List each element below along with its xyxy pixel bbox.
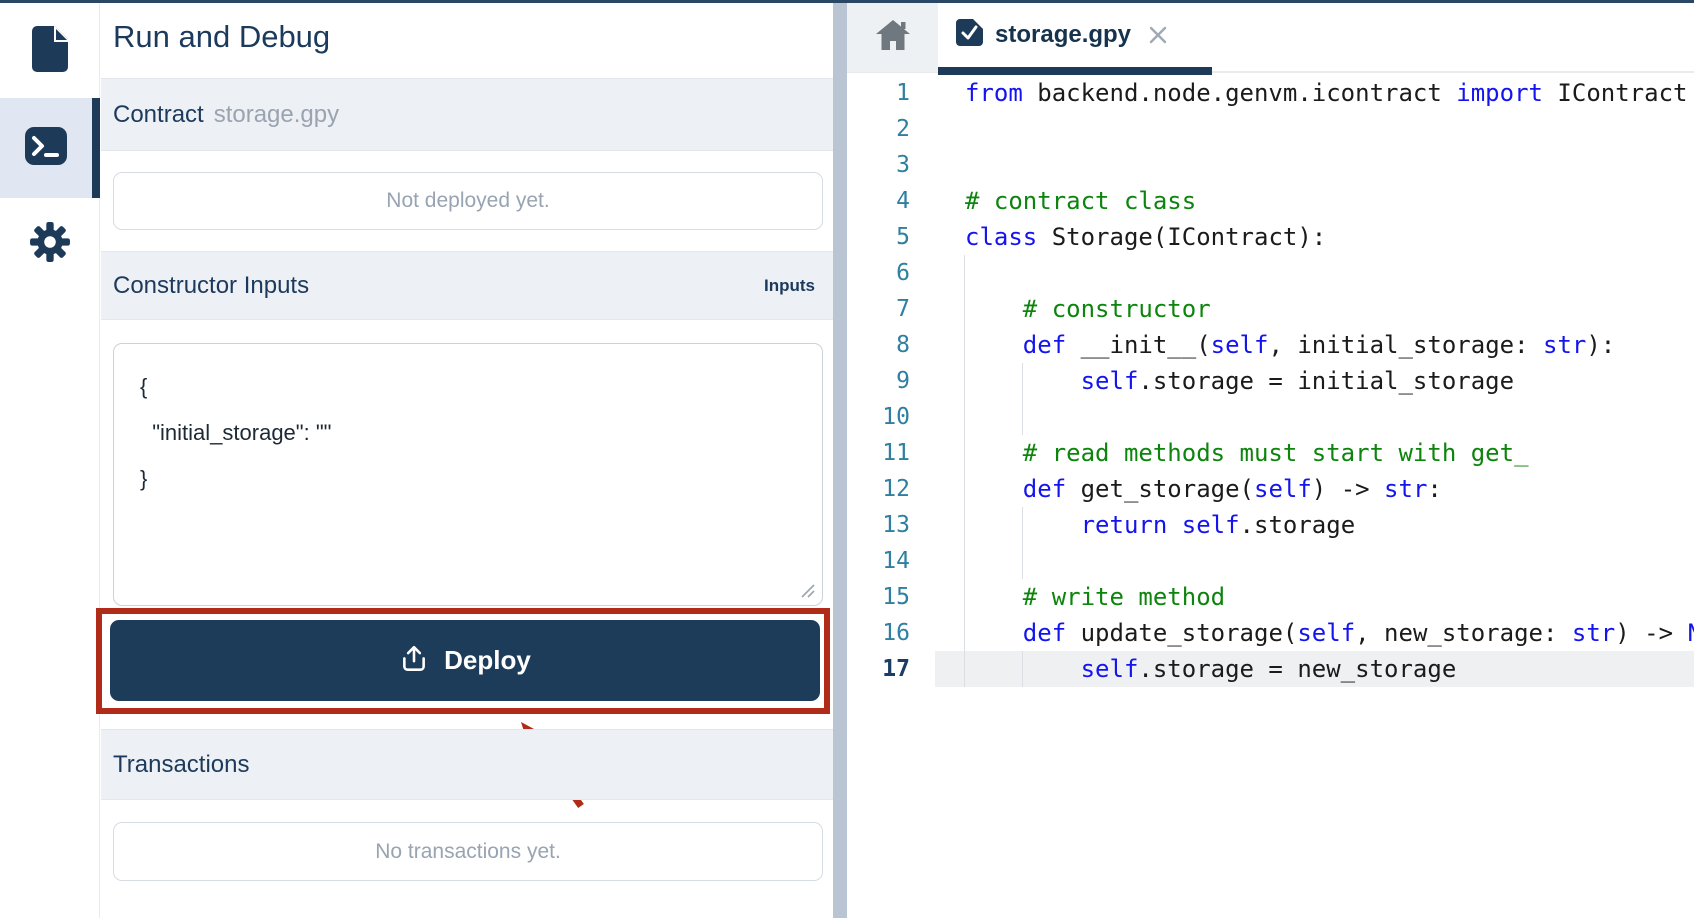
line-number: 1	[847, 75, 910, 111]
line-number: 6	[847, 255, 910, 291]
tab-bar-empty-space	[1212, 3, 1694, 73]
code-line: self.storage = initial_storage	[965, 363, 1694, 399]
line-number-gutter: 1234567891011121314151617	[847, 75, 910, 918]
code-line	[965, 543, 1694, 579]
terminal-icon	[25, 127, 67, 170]
sidebar-item-files[interactable]	[0, 3, 100, 99]
code-line: # contract class	[965, 183, 1694, 219]
deploy-button[interactable]: Deploy	[110, 620, 820, 701]
transactions-empty-box: No transactions yet.	[113, 822, 823, 881]
deployment-status-box: Not deployed yet.	[113, 172, 823, 230]
line-number: 7	[847, 291, 910, 327]
tab-storage-gpy[interactable]: storage.gpy	[938, 3, 1212, 75]
code-line: return self.storage	[965, 507, 1694, 543]
upload-icon	[399, 644, 429, 677]
constructor-inputs-label: Constructor Inputs	[113, 272, 309, 300]
constructor-inputs-header: Constructor Inputs Inputs	[101, 251, 833, 320]
line-number: 2	[847, 111, 910, 147]
sidebar-item-run-debug[interactable]	[0, 98, 100, 198]
panel-resize-handle[interactable]	[833, 3, 847, 918]
line-number: 12	[847, 471, 910, 507]
code-line: def get_storage(self) -> str:	[965, 471, 1694, 507]
page-title: Run and Debug	[113, 19, 330, 55]
code-line	[965, 399, 1694, 435]
line-number: 17	[847, 651, 910, 687]
line-number: 11	[847, 435, 910, 471]
code-line: # constructor	[965, 291, 1694, 327]
contract-section-header: Contract storage.gpy	[101, 78, 833, 151]
deployment-status-text: Not deployed yet.	[386, 189, 549, 213]
code-line	[965, 255, 1694, 291]
home-tab-area[interactable]	[847, 3, 938, 73]
deploy-button-label: Deploy	[444, 645, 531, 676]
close-icon[interactable]	[1147, 24, 1169, 46]
transactions-section-header: Transactions	[101, 729, 833, 800]
contract-file-name: storage.gpy	[214, 101, 339, 129]
constructor-inputs-editor[interactable]: { "initial_storage": "" }	[113, 343, 823, 606]
code-editor[interactable]: 1234567891011121314151617 from backend.n…	[847, 75, 1694, 918]
code-line: def update_storage(self, new_storage: st…	[965, 615, 1694, 651]
inputs-badge: Inputs	[764, 276, 815, 296]
code-line	[965, 147, 1694, 183]
line-number: 10	[847, 399, 910, 435]
code-line: # write method	[965, 579, 1694, 615]
resize-grip-icon[interactable]	[799, 582, 815, 603]
sidebar-item-settings[interactable]	[0, 196, 100, 292]
line-number: 8	[847, 327, 910, 363]
transactions-empty-text: No transactions yet.	[375, 840, 561, 864]
code-line: def __init__(self, initial_storage: str)…	[965, 327, 1694, 363]
transactions-label: Transactions	[113, 751, 250, 779]
code-line	[965, 111, 1694, 147]
app-window: Run and Debug Contract storage.gpy Not d…	[0, 0, 1694, 918]
line-number: 9	[847, 363, 910, 399]
code-line: from backend.node.genvm.icontract import…	[965, 75, 1694, 111]
file-icon	[29, 25, 71, 78]
line-number: 3	[847, 147, 910, 183]
line-number: 13	[847, 507, 910, 543]
home-icon	[875, 19, 911, 56]
file-check-icon	[956, 19, 983, 51]
run-and-debug-panel: Run and Debug Contract storage.gpy Not d…	[101, 3, 833, 918]
line-number: 5	[847, 219, 910, 255]
code-line: # read methods must start with get_	[965, 435, 1694, 471]
line-number: 4	[847, 183, 910, 219]
activity-bar	[0, 3, 100, 918]
line-number: 15	[847, 579, 910, 615]
code-line: class Storage(IContract):	[965, 219, 1694, 255]
code-line: self.storage = new_storage	[965, 651, 1694, 687]
line-number: 16	[847, 615, 910, 651]
gear-icon	[29, 221, 71, 268]
tab-label: storage.gpy	[995, 21, 1131, 49]
line-number: 14	[847, 543, 910, 579]
contract-label: Contract	[113, 101, 204, 129]
